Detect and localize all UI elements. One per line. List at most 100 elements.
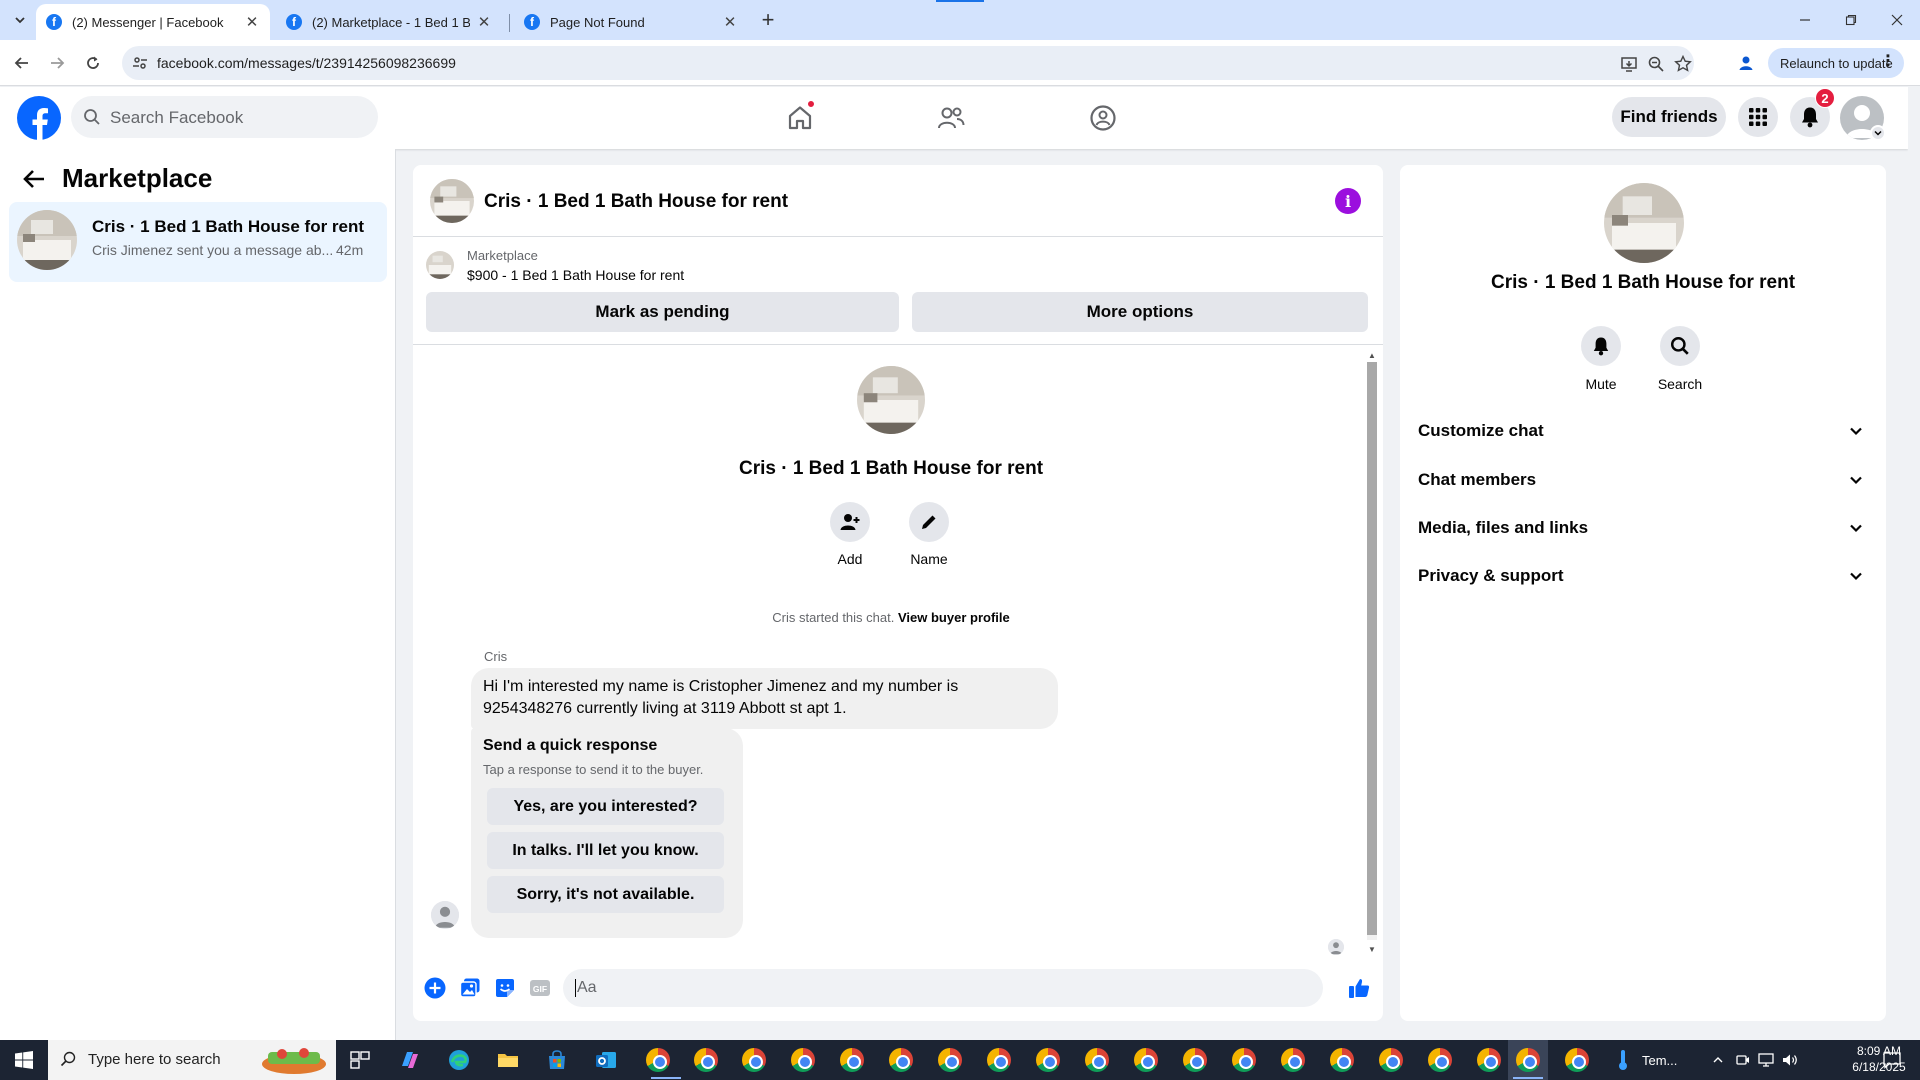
- menu-button[interactable]: [1738, 97, 1778, 137]
- chrome-icon[interactable]: [1477, 1048, 1501, 1072]
- chrome-icon[interactable]: [1428, 1048, 1452, 1072]
- copilot-icon[interactable]: [398, 1048, 422, 1072]
- attach-photo-button[interactable]: [457, 975, 483, 1001]
- close-tab-icon[interactable]: ✕: [722, 14, 738, 31]
- chrome-icon[interactable]: [1183, 1048, 1207, 1072]
- sender-avatar[interactable]: [431, 901, 459, 929]
- nav-friends[interactable]: [929, 96, 973, 140]
- zoom-icon[interactable]: [1647, 55, 1665, 73]
- address-bar[interactable]: facebook.com/messages/t/2391425609823669…: [122, 46, 1694, 80]
- close-window-button[interactable]: [1874, 6, 1920, 34]
- nav-home[interactable]: [778, 96, 822, 140]
- conversation-info-icon[interactable]: i: [1335, 188, 1361, 214]
- add-people-button[interactable]: [830, 502, 870, 542]
- find-friends-button[interactable]: Find friends: [1612, 97, 1726, 137]
- bookmark-star-icon[interactable]: [1674, 55, 1692, 73]
- back-to-marketplace-button[interactable]: [18, 163, 50, 195]
- close-tab-icon[interactable]: ✕: [476, 14, 492, 31]
- scroll-down-arrow-icon[interactable]: ▼: [1367, 942, 1377, 956]
- mark-as-pending-button[interactable]: Mark as pending: [426, 292, 899, 332]
- chrome-profile-button[interactable]: [1732, 49, 1760, 77]
- sticker-button[interactable]: [492, 975, 518, 1001]
- microsoft-store-icon[interactable]: [545, 1048, 569, 1072]
- chrome-icon[interactable]: [1330, 1048, 1354, 1072]
- chrome-icon[interactable]: [1232, 1048, 1256, 1072]
- system-clock[interactable]: 8:09 AM 6/18/2025: [1846, 1043, 1912, 1075]
- account-menu-chevron[interactable]: [1870, 125, 1886, 141]
- search-in-conversation-action[interactable]: Search: [1645, 326, 1715, 392]
- chrome-icon[interactable]: [1516, 1048, 1540, 1072]
- name-chat-button[interactable]: [909, 502, 949, 542]
- weather-widget[interactable]: Tem...: [1616, 1040, 1677, 1080]
- back-button[interactable]: [8, 49, 36, 77]
- facebook-search-input[interactable]: Search Facebook: [71, 96, 378, 138]
- tab-messenger[interactable]: f (2) Messenger | Facebook ✕: [36, 4, 270, 40]
- scrollbar-thumb[interactable]: [1367, 362, 1377, 935]
- new-tab-button[interactable]: +: [756, 7, 780, 32]
- nav-groups[interactable]: [1081, 96, 1125, 140]
- quick-response-button[interactable]: Sorry, it's not available.: [487, 876, 724, 913]
- tab-marketplace[interactable]: f (2) Marketplace - 1 Bed 1 Bath ✕: [276, 4, 502, 40]
- privacy-support-section[interactable]: Privacy & support: [1408, 554, 1878, 598]
- media-files-links-section[interactable]: Media, files and links: [1408, 506, 1878, 550]
- chrome-icon[interactable]: [1134, 1048, 1158, 1072]
- outlook-icon[interactable]: [594, 1048, 618, 1072]
- search-in-conversation-button[interactable]: [1660, 326, 1700, 366]
- conversation-item[interactable]: Cris · 1 Bed 1 Bath House for rent Cris …: [9, 202, 387, 282]
- chrome-icon[interactable]: [1281, 1048, 1305, 1072]
- customize-chat-section[interactable]: Customize chat: [1408, 409, 1878, 453]
- scroll-up-arrow-icon[interactable]: ▲: [1367, 348, 1377, 362]
- volume-icon[interactable]: [1782, 1053, 1798, 1067]
- camera-icon[interactable]: [1736, 1053, 1750, 1067]
- file-explorer-icon[interactable]: [496, 1048, 520, 1072]
- chevron-up-icon[interactable]: [1712, 1054, 1724, 1066]
- install-app-icon[interactable]: [1620, 55, 1638, 73]
- more-options-button[interactable]: More options: [912, 292, 1368, 332]
- chrome-icon[interactable]: [1379, 1048, 1403, 1072]
- send-like-button[interactable]: [1346, 975, 1372, 1001]
- chrome-icon[interactable]: [987, 1048, 1011, 1072]
- chrome-icon[interactable]: [694, 1048, 718, 1072]
- relaunch-to-update-button[interactable]: Relaunch to update ⋮: [1768, 48, 1904, 78]
- quick-response-button[interactable]: Yes, are you interested?: [487, 788, 724, 825]
- incoming-message-bubble[interactable]: Hi I'm interested my name is Cristopher …: [471, 668, 1058, 729]
- forward-button[interactable]: [43, 49, 71, 77]
- chrome-icon[interactable]: [791, 1048, 815, 1072]
- start-button[interactable]: [0, 1040, 48, 1080]
- task-view-icon[interactable]: [348, 1048, 372, 1072]
- message-input[interactable]: Aa: [563, 969, 1323, 1007]
- chrome-icon[interactable]: [1036, 1048, 1060, 1072]
- more-actions-button[interactable]: [422, 975, 448, 1001]
- tab-search-button[interactable]: [8, 8, 32, 32]
- chrome-icon[interactable]: [1085, 1048, 1109, 1072]
- quick-response-button[interactable]: In talks. I'll let you know.: [487, 832, 724, 869]
- edge-browser-icon[interactable]: [447, 1048, 471, 1072]
- reload-button[interactable]: [79, 49, 107, 77]
- chrome-icon[interactable]: [889, 1048, 913, 1072]
- close-tab-icon[interactable]: ✕: [244, 14, 260, 31]
- view-buyer-profile-link[interactable]: View buyer profile: [898, 610, 1010, 625]
- chrome-icon[interactable]: [646, 1048, 670, 1072]
- restore-button[interactable]: [1828, 6, 1874, 34]
- network-icon[interactable]: [1758, 1053, 1774, 1067]
- tab-page-not-found[interactable]: f Page Not Found ✕: [514, 4, 748, 40]
- page-scrollbar[interactable]: [1908, 87, 1920, 1041]
- chrome-icon[interactable]: [742, 1048, 766, 1072]
- add-people-action[interactable]: Add: [820, 502, 880, 567]
- name-chat-action[interactable]: Name: [899, 502, 959, 567]
- mute-button[interactable]: [1581, 326, 1621, 366]
- site-settings-icon[interactable]: [132, 55, 148, 71]
- listing-thumbnail[interactable]: [426, 251, 454, 279]
- chat-title[interactable]: Cris · 1 Bed 1 Bath House for rent: [484, 191, 788, 213]
- chrome-icon[interactable]: [938, 1048, 962, 1072]
- chat-header-thumbnail[interactable]: [430, 179, 474, 223]
- listing-title[interactable]: $900 - 1 Bed 1 Bath House for rent: [467, 267, 684, 283]
- mute-action[interactable]: Mute: [1566, 326, 1636, 392]
- chrome-icon[interactable]: [1565, 1048, 1589, 1072]
- chat-members-section[interactable]: Chat members: [1408, 458, 1878, 502]
- chrome-icon[interactable]: [840, 1048, 864, 1072]
- gif-button[interactable]: GIF: [527, 975, 553, 1001]
- messages-scrollbar[interactable]: ▲ ▼: [1365, 346, 1379, 956]
- notification-center-icon[interactable]: [1882, 1050, 1902, 1070]
- minimize-button[interactable]: [1782, 6, 1828, 34]
